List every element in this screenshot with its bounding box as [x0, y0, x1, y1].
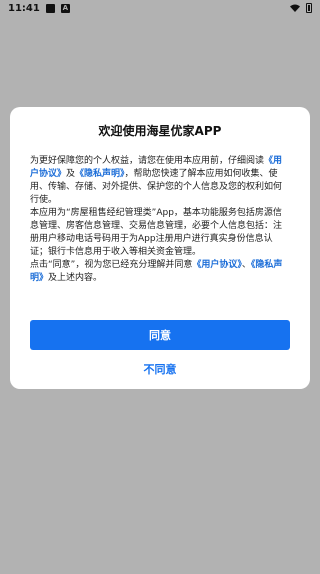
app-a-icon: A	[60, 3, 70, 13]
agree-button[interactable]: 同意	[30, 320, 290, 350]
privacy-policy-link[interactable]: 《隐私声明》	[75, 169, 125, 179]
wifi-icon	[290, 4, 300, 12]
p3-text-b: 及上述内容。	[48, 273, 103, 283]
p3-sep: 、	[241, 260, 251, 270]
p1-and: 及	[66, 169, 76, 179]
privacy-consent-dialog: 欢迎使用海星优家APP 为更好保障您的个人权益，请您在使用本应用前，仔细阅读《用…	[10, 107, 310, 389]
dialog-paragraph-1: 为更好保障您的个人权益，请您在使用本应用前，仔细阅读《用户协议》及《隐私声明》，…	[30, 155, 290, 207]
status-bar: 11:41 A	[0, 0, 320, 16]
battery-icon	[306, 3, 312, 13]
dialog-paragraph-3: 点击“同意”，视为您已经充分理解并同意《用户协议》、《隐私声明》及上述内容。	[30, 259, 290, 285]
dialog-body: 为更好保障您的个人权益，请您在使用本应用前，仔细阅读《用户协议》及《隐私声明》，…	[30, 155, 290, 285]
p3-text-a: 点击“同意”，视为您已经充分理解并同意	[30, 260, 193, 270]
status-time: 11:41	[8, 2, 40, 14]
user-agreement-link-2[interactable]: 《用户协议》	[192, 260, 242, 270]
status-right	[290, 3, 312, 13]
status-left: 11:41 A	[8, 3, 70, 14]
notification-square-icon	[45, 3, 55, 13]
dialog-title: 欢迎使用海星优家APP	[98, 124, 222, 138]
disagree-button[interactable]: 不同意	[30, 357, 290, 381]
dialog-paragraph-2: 本应用为“房屋租售经纪管理类”App，基本功能服务包括房源信息管理、房客信息管理…	[30, 208, 283, 257]
p1-text-a: 为更好保障您的个人权益，请您在使用本应用前，仔细阅读	[30, 156, 265, 166]
